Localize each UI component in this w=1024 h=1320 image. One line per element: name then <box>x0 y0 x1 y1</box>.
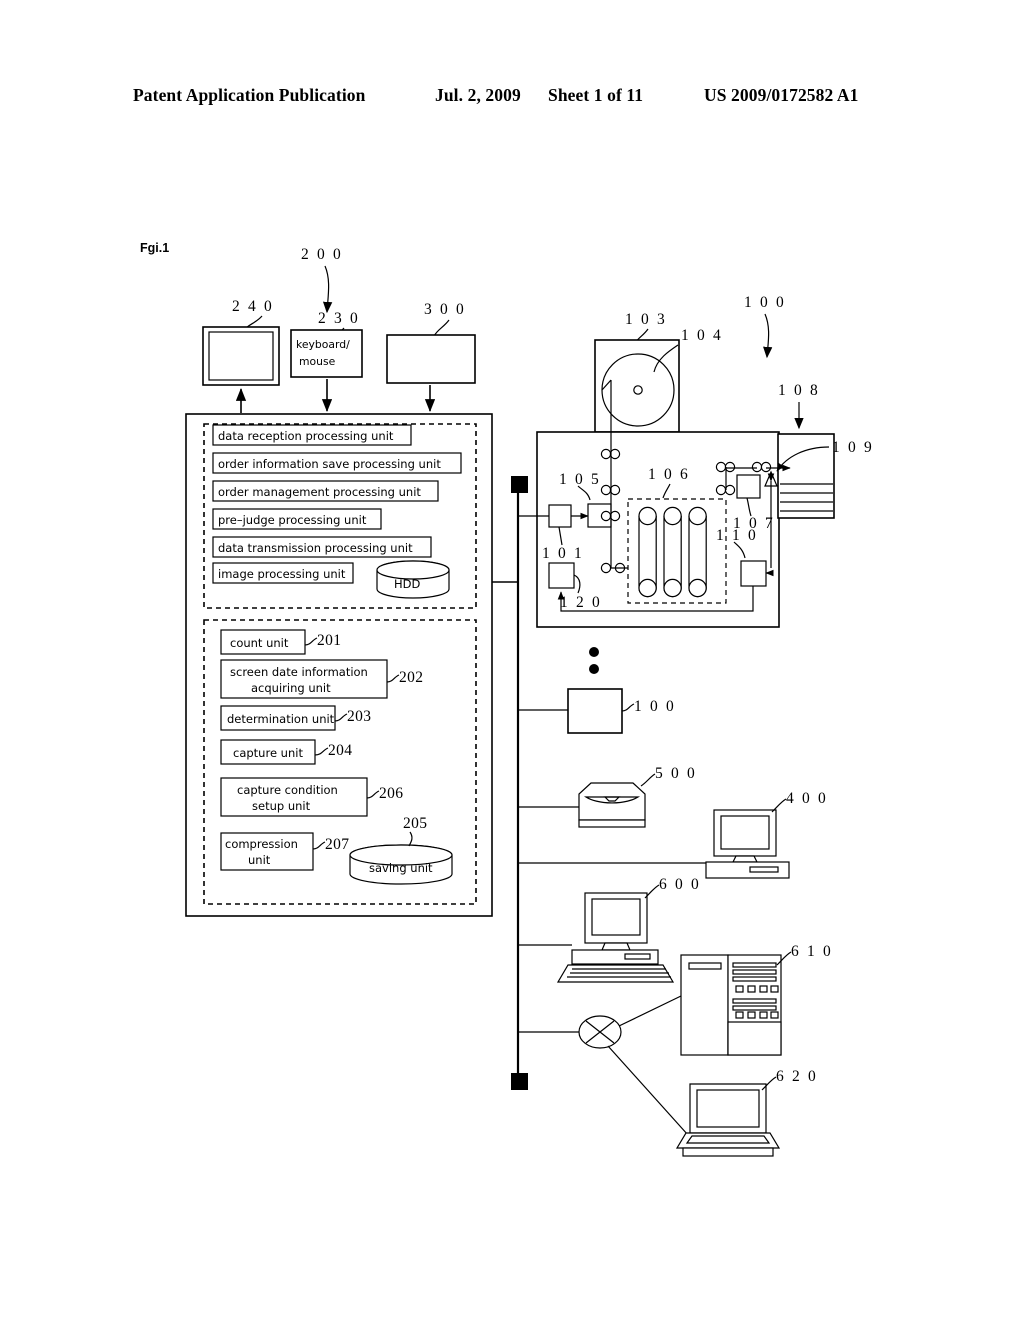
processing-unit-label: order information save processing unit <box>218 457 441 471</box>
ref-620: 6 2 0 <box>776 1068 818 1085</box>
list-item[interactable]: capture condition setup unit <box>220 777 368 817</box>
ellipsis-dot <box>589 664 599 674</box>
ref-110: 1 1 0 <box>716 527 758 544</box>
ref-205: 205 <box>403 815 427 832</box>
hub-to-laptop <box>607 1045 689 1136</box>
compression-unit-label-line2: unit <box>248 853 271 867</box>
feed-unit-101 <box>548 504 572 528</box>
ref-101: 1 0 1 <box>542 545 584 562</box>
ref-400: 4 0 0 <box>786 790 828 807</box>
leader-200 <box>322 265 333 314</box>
processing-unit-label: order management processing unit <box>218 485 421 499</box>
list-item[interactable]: order management processing unit <box>212 480 439 502</box>
list-item[interactable]: image processing unit <box>212 562 354 584</box>
leader-100-main <box>763 313 773 359</box>
ref-610: 6 1 0 <box>791 943 833 960</box>
keyboard-mouse-label-line1: keyboard∕ <box>296 338 350 351</box>
screen-date-label-line2: acquiring unit <box>251 681 331 695</box>
ref-240: 2 4 0 <box>232 298 274 315</box>
ref-300: 3 0 0 <box>424 301 466 318</box>
patent-page: Patent Application Publication Jul. 2, 2… <box>0 0 1024 1320</box>
return-unit-110 <box>740 560 767 587</box>
leader-400 <box>771 798 787 813</box>
list-item[interactable]: determination unit <box>220 705 336 731</box>
ref-200: 2 0 0 <box>301 246 343 263</box>
processing-unit-label: data reception processing unit <box>218 429 394 443</box>
lower-unit-120 <box>548 562 575 589</box>
count-unit-label: count unit <box>230 636 289 650</box>
determination-unit-label: determination unit <box>227 712 335 726</box>
list-item[interactable]: compression unit <box>220 832 314 871</box>
saving-unit-storage: saving unit <box>349 844 453 885</box>
bus-terminal-top <box>511 476 528 493</box>
screen-date-label-line1: screen date information <box>230 665 368 679</box>
hub-to-server-tower <box>618 995 682 1027</box>
ref-109: 1 0 9 <box>832 439 874 456</box>
processing-unit-label: pre–judge processing unit <box>218 513 367 527</box>
laptop-computer-620 <box>675 1083 781 1157</box>
ref-100-main: 1 0 0 <box>744 294 786 311</box>
list-item[interactable]: screen date information acquiring unit <box>220 659 388 699</box>
ref-100-second: 1 0 0 <box>634 698 676 715</box>
processing-unit-label: image processing unit <box>218 567 346 581</box>
leader-100-second <box>621 703 635 712</box>
processing-unit-label: data transmission processing unit <box>218 541 413 555</box>
workstation-computer-600 <box>556 892 675 983</box>
monitor-240 <box>202 326 280 386</box>
drying-unit-107 <box>736 474 761 499</box>
list-item[interactable]: capture unit <box>220 739 316 765</box>
ref-230: 2 3 0 <box>318 310 360 327</box>
figure-label: Fgi.1 <box>140 241 169 255</box>
hdd-storage: HDD <box>376 560 450 599</box>
desktop-computer-400 <box>705 809 790 879</box>
ref-120: 1 2 0 <box>560 594 602 611</box>
figure-1: Fgi.1 2 0 0 2 4 0 2 3 0 keyboard∕ mouse … <box>0 0 1024 1320</box>
ref-105: 1 0 5 <box>559 471 601 488</box>
ref-500: 5 0 0 <box>655 765 697 782</box>
keyboard-mouse-label-line2: mouse <box>299 355 336 368</box>
ref-206: 206 <box>379 785 403 802</box>
ref-600: 6 0 0 <box>659 876 701 893</box>
list-item[interactable]: data reception processing unit <box>212 424 412 446</box>
list-item[interactable]: pre–judge processing unit <box>212 508 382 530</box>
film-roll-hub <box>633 385 643 395</box>
keyboard-mouse-230: keyboard∕ mouse <box>290 329 363 378</box>
ellipsis-dot <box>589 647 599 657</box>
list-item[interactable]: order information save processing unit <box>212 452 462 474</box>
capture-condition-label-line1: capture condition <box>237 783 338 797</box>
ref-204: 204 <box>328 742 352 759</box>
list-item[interactable]: data transmission processing unit <box>212 536 432 558</box>
second-processor-100 <box>567 688 623 734</box>
ref-108: 1 0 8 <box>778 382 820 399</box>
ref-202: 202 <box>399 669 423 686</box>
ref-106: 1 0 6 <box>648 466 690 483</box>
ref-104: 1 0 4 <box>681 327 723 344</box>
capture-condition-label-line2: setup unit <box>252 799 311 813</box>
hdd-label: HDD <box>394 577 421 591</box>
ref-207: 207 <box>325 836 349 853</box>
bus-terminal-bottom <box>511 1073 528 1090</box>
printer-500 <box>578 782 646 828</box>
capture-unit-label: capture unit <box>233 746 303 760</box>
leader-600 <box>644 884 660 899</box>
ref-203: 203 <box>347 708 371 725</box>
compression-unit-label-line1: compression <box>225 837 298 851</box>
list-item[interactable]: count unit <box>220 629 306 655</box>
saving-unit-label: saving unit <box>369 861 433 875</box>
server-tower-610 <box>680 954 782 1056</box>
leader-300 <box>433 319 450 337</box>
network-hub-node <box>578 1015 622 1049</box>
device-300 <box>386 334 476 384</box>
leader-500 <box>640 773 656 787</box>
ref-103: 1 0 3 <box>625 311 667 328</box>
ref-201: 201 <box>317 632 341 649</box>
